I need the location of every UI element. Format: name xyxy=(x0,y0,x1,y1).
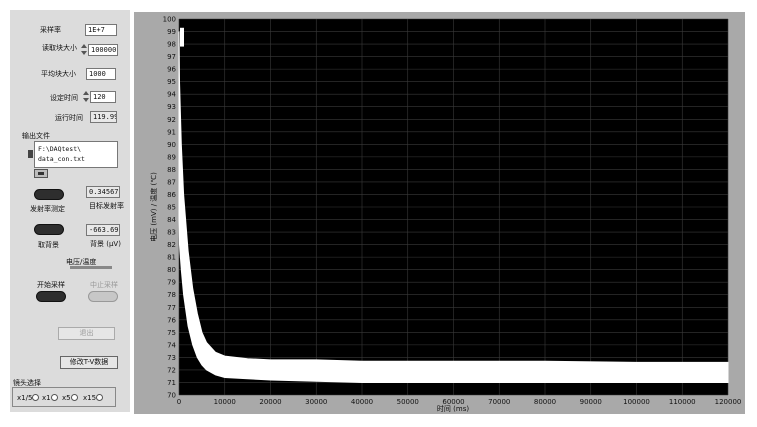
y-tick-label: 89 xyxy=(167,153,176,161)
y-tick-label: 88 xyxy=(167,166,176,174)
emissivity-measure-label: 发射率测定 xyxy=(30,205,65,213)
y-tick-label: 86 xyxy=(167,191,176,199)
lens-radio-x1[interactable] xyxy=(51,394,58,401)
y-tick-label: 72 xyxy=(167,366,176,374)
output-file-path-line2: data_con.txt xyxy=(38,155,85,163)
output-file-path-line1: F:\DAQtest\ xyxy=(38,145,82,153)
set-time-input[interactable]: 120 xyxy=(90,91,116,103)
lens-radio-group: x1/5 x1 x5 x15 xyxy=(12,387,116,407)
x-axis-label: 时间 (ms) xyxy=(437,404,469,413)
stop-sampling-button[interactable] xyxy=(88,291,118,302)
lens-option-label: x1 xyxy=(42,394,51,402)
avg-block-size-label: 平均块大小 xyxy=(41,70,76,78)
y-tick-label: 99 xyxy=(167,28,176,36)
x-tick-label: 10000 xyxy=(214,398,236,406)
x-tick-label: 30000 xyxy=(305,398,327,406)
x-tick-label: 70000 xyxy=(488,398,510,406)
lens-option-label: x1/5 xyxy=(17,394,33,402)
x-tick-label: 40000 xyxy=(351,398,373,406)
exit-button[interactable]: 退出 xyxy=(58,327,115,340)
lens-radio-x15[interactable] xyxy=(96,394,103,401)
background-label: 背景 (μV) xyxy=(90,240,121,248)
read-block-size-input[interactable]: 100000 xyxy=(88,44,118,56)
x-tick-label: 20000 xyxy=(259,398,281,406)
y-tick-label: 78 xyxy=(167,291,176,299)
y-tick-label: 92 xyxy=(167,116,176,124)
output-file-path-box[interactable]: F:\DAQtest\ data_con.txt xyxy=(34,141,118,168)
y-tick-label: 100 xyxy=(163,16,176,24)
y-tick-label: 71 xyxy=(167,379,176,387)
y-tick-label: 84 xyxy=(167,216,176,224)
y-tick-label: 94 xyxy=(167,91,176,99)
x-tick-label: 100000 xyxy=(623,398,650,406)
x-tick-label: 110000 xyxy=(669,398,696,406)
output-file-label: 输出文件 xyxy=(22,132,50,140)
emissivity-measure-button[interactable] xyxy=(34,189,64,200)
run-time-indicator: 119.99 xyxy=(90,111,117,123)
set-time-spinner-icon[interactable] xyxy=(83,91,89,102)
y-tick-label: 77 xyxy=(167,304,176,312)
target-emissivity-label: 目标发射率 xyxy=(89,202,124,210)
y-tick-label: 93 xyxy=(167,103,176,111)
sample-rate-input[interactable]: 1E+7 xyxy=(85,24,117,36)
y-tick-label: 73 xyxy=(167,354,176,362)
take-background-label: 取背景 xyxy=(38,241,59,249)
browse-folder-button[interactable] xyxy=(34,169,48,178)
app-window: 采样率 1E+7 读取块大小 100000 平均块大小 1000 设定时间 12… xyxy=(0,0,757,427)
folder-icon xyxy=(38,172,44,175)
x-tick-label: 50000 xyxy=(397,398,419,406)
y-tick-label: 90 xyxy=(167,141,176,149)
chart-frame: 70 71 72 73 74 75 76 77 78 79 80 81 82 83 84 85 86 87 88 89… xyxy=(134,12,745,414)
y-tick-label: 87 xyxy=(167,178,176,186)
lens-option-label: x5 xyxy=(62,394,71,402)
background-indicator: -663.69 xyxy=(86,224,120,236)
y-tick-label: 82 xyxy=(167,241,176,249)
x-tick-label: 80000 xyxy=(534,398,556,406)
y-tick-label: 98 xyxy=(167,41,176,49)
emissivity-indicator: 0.34567 xyxy=(86,186,120,198)
y-axis-label: 电压 (mV) / 温度 (℃) xyxy=(149,172,158,242)
y-tick-label: 96 xyxy=(167,66,176,74)
modify-tv-data-button[interactable]: 修改T-V数据 xyxy=(60,356,118,369)
avg-block-size-input[interactable]: 1000 xyxy=(86,68,116,80)
run-time-label: 运行时间 xyxy=(55,114,83,122)
x-tick-label: 0 xyxy=(177,398,181,406)
y-tick-label: 81 xyxy=(167,254,176,262)
stop-sampling-label: 中止采样 xyxy=(90,281,118,289)
y-tick-label: 83 xyxy=(167,229,176,237)
y-tick-label: 85 xyxy=(167,204,176,212)
y-tick-label: 80 xyxy=(167,266,176,274)
y-tick-label: 95 xyxy=(167,78,176,86)
read-block-size-spinner-icon[interactable] xyxy=(81,44,87,55)
lens-radio-x1-5[interactable] xyxy=(32,394,39,401)
voltage-chart: 70 71 72 73 74 75 76 77 78 79 80 81 82 83 84 85 86 87 88 89… xyxy=(149,16,742,414)
read-block-size-label: 读取块大小 xyxy=(42,44,77,52)
lens-radio-x5[interactable] xyxy=(71,394,78,401)
x-tick-label: 120000 xyxy=(715,398,742,406)
lens-option-label: x15 xyxy=(83,394,97,402)
y-tick-label: 74 xyxy=(167,341,176,349)
chart-cursor-marker[interactable] xyxy=(180,27,184,47)
y-tick-label: 76 xyxy=(167,316,176,324)
y-tick-label: 91 xyxy=(167,128,176,136)
start-sampling-label: 开始采样 xyxy=(37,281,65,289)
y-tick-label: 97 xyxy=(167,53,176,61)
control-panel: 采样率 1E+7 读取块大小 100000 平均块大小 1000 设定时间 12… xyxy=(10,10,130,412)
y-tick-label: 70 xyxy=(167,392,176,400)
y-tick-label: 75 xyxy=(167,329,176,337)
start-sampling-button[interactable] xyxy=(36,291,66,302)
x-tick-label: 90000 xyxy=(580,398,602,406)
voltage-temp-switch[interactable] xyxy=(70,266,112,269)
path-status-icon xyxy=(28,150,33,158)
set-time-label: 设定时间 xyxy=(50,94,78,102)
take-background-button[interactable] xyxy=(34,224,64,235)
y-tick-label: 79 xyxy=(167,279,176,287)
sample-rate-label: 采样率 xyxy=(40,26,61,34)
